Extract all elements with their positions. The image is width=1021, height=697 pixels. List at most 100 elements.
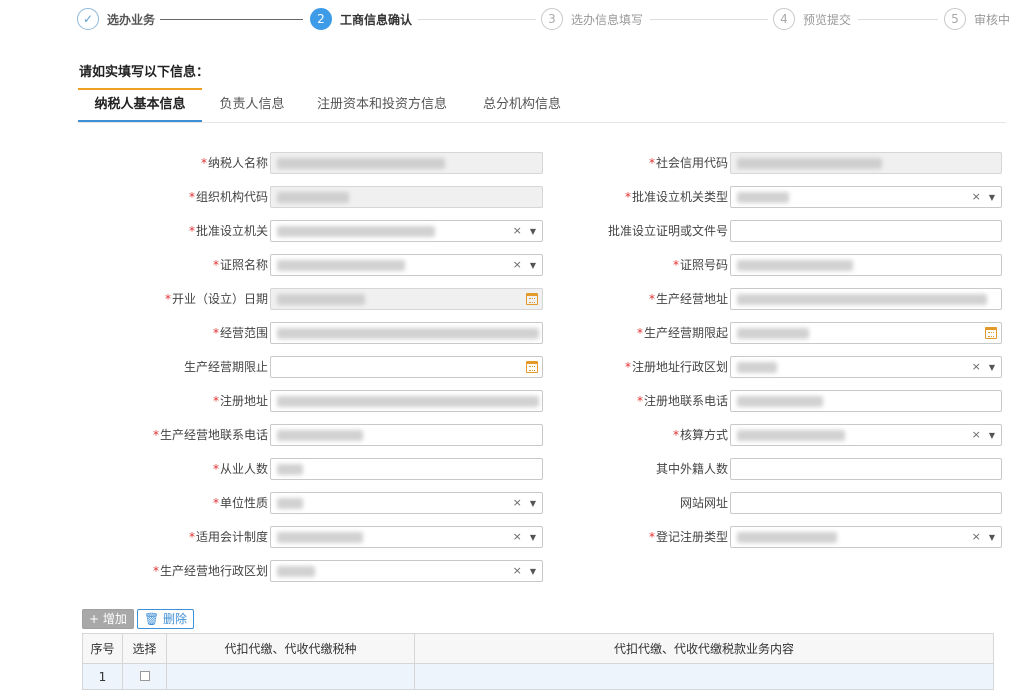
accounting-method-select[interactable]: × ▼ bbox=[730, 424, 1002, 446]
column-header: 序号 bbox=[82, 633, 123, 664]
step-4: 4 预览提交 bbox=[773, 8, 851, 30]
reg-region-label: *注册地址行政区划 bbox=[624, 360, 728, 374]
employees-field[interactable] bbox=[270, 458, 543, 480]
step-connector bbox=[650, 19, 768, 20]
business-region-select[interactable]: × ▼ bbox=[270, 560, 543, 582]
table-header-row: 序号 选择 代扣代缴、代收代缴税种 代扣代缴、代收代缴税款业务内容 bbox=[82, 633, 994, 664]
tab-registered-capital[interactable]: 注册资本和投资方信息 bbox=[310, 88, 454, 122]
calendar-icon[interactable] bbox=[985, 327, 997, 339]
reg-region-select[interactable]: × ▼ bbox=[730, 356, 1002, 378]
reg-phone-label: *注册地联系电话 bbox=[636, 394, 728, 408]
accounting-method-label: *核算方式 bbox=[672, 428, 728, 442]
step-number: 2 bbox=[310, 8, 332, 30]
taxpayer-name-field[interactable] bbox=[270, 152, 543, 174]
withholding-table: 序号 选择 代扣代缴、代收代缴税种 代扣代缴、代收代缴税款业务内容 1 bbox=[82, 633, 994, 690]
clear-icon[interactable]: × bbox=[513, 258, 522, 271]
employees-label: *从业人数 bbox=[212, 462, 268, 476]
unit-nature-select[interactable]: × ▼ bbox=[270, 492, 543, 514]
step-number: 3 bbox=[541, 8, 563, 30]
clear-icon[interactable]: × bbox=[513, 496, 522, 509]
step-1: ✓ 选办业务 bbox=[77, 8, 155, 30]
tab-bar: 纳税人基本信息 负责人信息 注册资本和投资方信息 总分机构信息 bbox=[78, 88, 1006, 123]
step-number: 5 bbox=[944, 8, 966, 30]
chevron-down-icon[interactable]: ▼ bbox=[989, 431, 995, 440]
period-start-field[interactable] bbox=[730, 322, 1002, 344]
row-index: 1 bbox=[82, 663, 123, 690]
tax-type-cell[interactable] bbox=[166, 663, 415, 690]
approval-org-type-select[interactable]: × ▼ bbox=[730, 186, 1002, 208]
foreign-employees-field[interactable] bbox=[730, 458, 1002, 480]
unit-nature-label: *单位性质 bbox=[212, 496, 268, 510]
license-no-field[interactable] bbox=[730, 254, 1002, 276]
step-5: 5 审核中 bbox=[944, 8, 1010, 30]
business-phone-label: *生产经营地联系电话 bbox=[152, 428, 268, 442]
license-no-label: *证照号码 bbox=[672, 258, 728, 272]
approval-org-select[interactable]: × ▼ bbox=[270, 220, 543, 242]
reg-address-field[interactable] bbox=[270, 390, 543, 412]
business-phone-field[interactable] bbox=[270, 424, 543, 446]
approval-doc-no-field[interactable] bbox=[730, 220, 1002, 242]
column-header: 代扣代缴、代收代缴税种 bbox=[166, 633, 415, 664]
business-scope-field[interactable] bbox=[270, 322, 543, 344]
registration-type-label: *登记注册类型 bbox=[648, 530, 728, 544]
accounting-system-label: *适用会计制度 bbox=[188, 530, 268, 544]
row-checkbox[interactable] bbox=[139, 670, 150, 681]
business-address-label: *生产经营地址 bbox=[648, 292, 728, 306]
chevron-down-icon[interactable]: ▼ bbox=[989, 193, 995, 202]
reg-phone-field[interactable] bbox=[730, 390, 1002, 412]
delete-row-button[interactable]: 🗑 删除 bbox=[137, 609, 195, 629]
clear-icon[interactable]: × bbox=[513, 564, 522, 577]
step-connector bbox=[160, 19, 303, 20]
step-label: 选办信息填写 bbox=[571, 12, 644, 27]
open-date-field[interactable] bbox=[270, 288, 543, 310]
chevron-down-icon[interactable]: ▼ bbox=[989, 533, 995, 542]
step-3: 3 选办信息填写 bbox=[541, 8, 643, 30]
period-end-field[interactable] bbox=[270, 356, 543, 378]
website-label: 网站网址 bbox=[679, 496, 728, 510]
license-name-label: *证照名称 bbox=[212, 258, 268, 272]
check-icon: ✓ bbox=[77, 8, 99, 30]
foreign-employees-label: 其中外籍人数 bbox=[655, 462, 728, 476]
approval-org-type-label: *批准设立机关类型 bbox=[624, 190, 728, 204]
business-content-cell[interactable] bbox=[414, 663, 994, 690]
step-number: 4 bbox=[773, 8, 795, 30]
step-label: 审核中 bbox=[974, 12, 1011, 27]
business-address-field[interactable] bbox=[730, 288, 1002, 310]
clear-icon[interactable]: × bbox=[513, 530, 522, 543]
clear-icon[interactable]: × bbox=[513, 224, 522, 237]
clear-icon[interactable]: × bbox=[972, 190, 981, 203]
add-row-button[interactable]: + 增加 bbox=[82, 609, 134, 629]
approval-org-label: *批准设立机关 bbox=[188, 224, 268, 238]
taxpayer-name-label: *纳税人名称 bbox=[200, 156, 268, 170]
progress-stepper: ✓ 选办业务 2 工商信息确认 3 选办信息填写 4 预览提交 5 审核中 bbox=[0, 0, 1021, 40]
step-label: 工商信息确认 bbox=[340, 12, 413, 27]
tab-taxpayer-basic[interactable]: 纳税人基本信息 bbox=[78, 88, 202, 122]
accounting-system-select[interactable]: × ▼ bbox=[270, 526, 543, 548]
reg-address-label: *注册地址 bbox=[212, 394, 268, 408]
license-name-select[interactable]: × ▼ bbox=[270, 254, 543, 276]
form-title: 请如实填写以下信息： bbox=[79, 65, 210, 80]
approval-doc-no-label: 批准设立证明或文件号 bbox=[607, 224, 728, 238]
period-end-label: 生产经营期限止 bbox=[183, 360, 268, 374]
clear-icon[interactable]: × bbox=[972, 428, 981, 441]
clear-icon[interactable]: × bbox=[972, 360, 981, 373]
credit-code-field[interactable] bbox=[730, 152, 1002, 174]
step-label: 预览提交 bbox=[803, 12, 852, 27]
website-field[interactable] bbox=[730, 492, 1002, 514]
step-2: 2 工商信息确认 bbox=[310, 8, 412, 30]
step-connector bbox=[858, 19, 938, 20]
tab-responsible-person[interactable]: 负责人信息 bbox=[210, 88, 294, 122]
step-label: 选办业务 bbox=[107, 12, 156, 27]
step-connector bbox=[418, 19, 536, 20]
chevron-down-icon[interactable]: ▼ bbox=[989, 363, 995, 372]
chevron-down-icon[interactable]: ▼ bbox=[530, 567, 536, 576]
clear-icon[interactable]: × bbox=[972, 530, 981, 543]
registration-type-select[interactable]: × ▼ bbox=[730, 526, 1002, 548]
credit-code-label: *社会信用代码 bbox=[648, 156, 728, 170]
table-row[interactable]: 1 bbox=[82, 663, 994, 690]
org-code-field[interactable] bbox=[270, 186, 543, 208]
open-date-label: *开业（设立）日期 bbox=[164, 292, 268, 306]
row-select-cell[interactable] bbox=[122, 663, 167, 690]
business-region-label: *生产经营地行政区划 bbox=[152, 564, 268, 578]
tab-branch-org[interactable]: 总分机构信息 bbox=[474, 88, 570, 122]
